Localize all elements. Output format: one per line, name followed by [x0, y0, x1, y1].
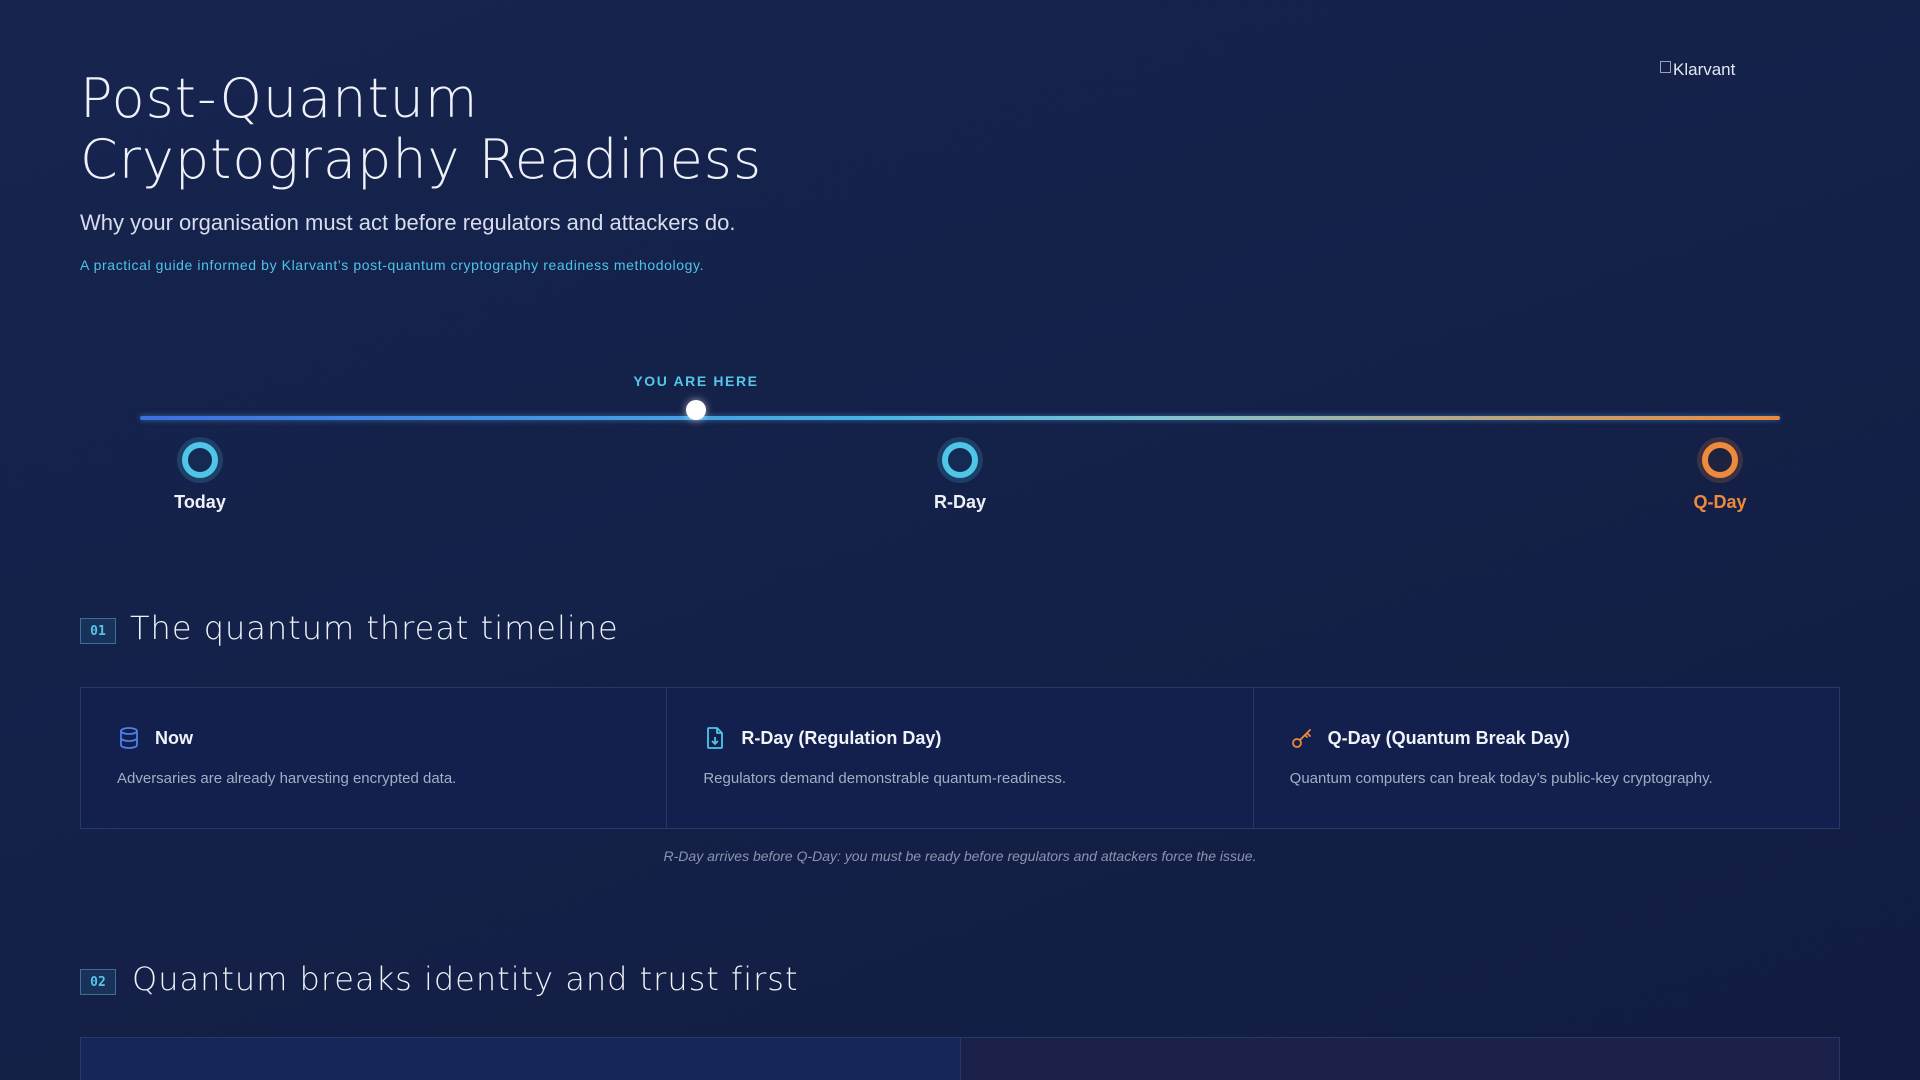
page: Post-Quantum Cryptography Readiness Why … [0, 0, 1920, 1080]
database-icon [117, 726, 141, 750]
card-title: Now [155, 727, 193, 748]
card-now: Now Adversaries are already harvesting e… [81, 688, 668, 828]
identity-trust-panels [80, 1037, 1840, 1080]
logo-alt-text: Klarvant [1673, 60, 1736, 79]
panel-right [960, 1038, 1839, 1080]
threat-timeline-cards: Now Adversaries are already harvesting e… [80, 687, 1840, 829]
timeline-caption: R-Day arrives before Q-Day: you must be … [663, 848, 1257, 864]
card-r-day: R-Day (Regulation Day) Regulators demand… [667, 688, 1254, 828]
document-download-icon [703, 726, 727, 750]
key-icon [1290, 726, 1314, 750]
you-are-here-dot [686, 400, 706, 420]
card-header: R-Day (Regulation Day) [703, 726, 1216, 750]
card-header: Now [117, 726, 630, 750]
guide-note: A practical guide informed by Klarvant’s… [80, 257, 705, 273]
section-title-identity-trust: Quantum breaks identity and trust first [132, 960, 799, 998]
card-title: Q-Day (Quantum Break Day) [1327, 727, 1570, 748]
card-description: Regulators demand demonstrable quantum-r… [703, 770, 1067, 787]
company-logo: Klarvant [1660, 60, 1800, 88]
card-header: Q-Day (Quantum Break Day) [1290, 726, 1803, 750]
broken-image-icon [1660, 61, 1671, 73]
page-title-line-2: Cryptography Readiness [80, 128, 763, 191]
card-description: Quantum computers can break today’s publ… [1289, 770, 1713, 787]
card-title: R-Day (Regulation Day) [741, 727, 942, 748]
q-day-label: Q-Day [1693, 492, 1747, 512]
section-number-01: 01 [80, 618, 116, 644]
panel-left [81, 1038, 961, 1080]
today-label: Today [174, 492, 226, 512]
you-are-here-label: YOU ARE HERE [633, 373, 759, 389]
card-description: Adversaries are already harvesting encry… [117, 770, 457, 787]
r-day-label: R-Day [933, 492, 986, 512]
card-q-day: Q-Day (Quantum Break Day) Quantum comput… [1254, 688, 1839, 828]
q-day-marker [1702, 442, 1738, 478]
page-title: Post-Quantum Cryptography Readiness [80, 68, 762, 190]
timeline-bar [140, 416, 1780, 420]
section-title-threat-timeline: The quantum threat timeline [130, 609, 619, 647]
page-subtitle: Why your organisation must act before re… [80, 210, 736, 235]
r-day-marker [942, 442, 978, 478]
today-marker [182, 442, 218, 478]
page-title-line-1: Post-Quantum [80, 67, 479, 130]
section-number-02: 02 [80, 969, 116, 995]
